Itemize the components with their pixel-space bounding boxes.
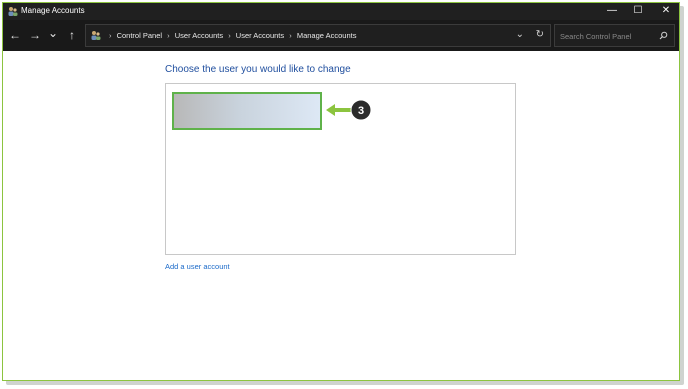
callout-arrow-icon: 3 xyxy=(326,99,372,121)
breadcrumb-user-accounts-2[interactable]: User Accounts xyxy=(236,31,284,40)
breadcrumb-separator: › xyxy=(109,31,112,40)
breadcrumb-control-panel[interactable]: Control Panel xyxy=(117,31,162,40)
address-bar[interactable]: › Control Panel › User Accounts › User A… xyxy=(85,24,551,47)
back-button[interactable]: ← xyxy=(8,28,22,42)
up-button[interactable]: ↑ xyxy=(65,28,79,42)
navigation-bar: ← → ⌄ ↑ › Control Panel › User Accounts … xyxy=(3,20,679,51)
close-button[interactable]: ✕ xyxy=(659,5,673,17)
breadcrumb-separator: › xyxy=(289,31,292,40)
minimize-button[interactable]: — xyxy=(605,5,619,17)
main-content: Choose the user you would like to change… xyxy=(3,51,679,380)
search-icon[interactable] xyxy=(659,31,668,40)
callout-number: 3 xyxy=(358,105,364,117)
title-bar: Manage Accounts — ☐ ✕ xyxy=(3,3,679,20)
user-account-tile[interactable] xyxy=(172,92,322,130)
breadcrumb-separator: › xyxy=(228,31,231,40)
window-title: Manage Accounts xyxy=(21,6,85,15)
breadcrumb-separator: › xyxy=(167,31,170,40)
users-icon xyxy=(91,31,101,40)
refresh-icon[interactable]: ↻ xyxy=(536,29,544,40)
maximize-button[interactable]: ☐ xyxy=(631,5,645,17)
address-dropdown-icon[interactable]: ⌄ xyxy=(516,29,524,40)
search-box[interactable] xyxy=(554,24,675,47)
breadcrumb-user-accounts[interactable]: User Accounts xyxy=(175,31,223,40)
users-icon xyxy=(8,7,18,16)
add-user-account-link[interactable]: Add a user account xyxy=(165,262,230,271)
page-heading: Choose the user you would like to change xyxy=(165,64,351,75)
forward-button[interactable]: → xyxy=(28,28,42,42)
window-frame: Manage Accounts — ☐ ✕ ← → ⌄ ↑ › Control … xyxy=(2,2,680,381)
search-input[interactable] xyxy=(558,29,660,44)
user-accounts-panel: 3 xyxy=(165,83,516,255)
breadcrumb-manage-accounts[interactable]: Manage Accounts xyxy=(297,31,357,40)
recent-locations-button[interactable]: ⌄ xyxy=(46,26,60,40)
breadcrumb: › Control Panel › User Accounts › User A… xyxy=(106,31,356,40)
